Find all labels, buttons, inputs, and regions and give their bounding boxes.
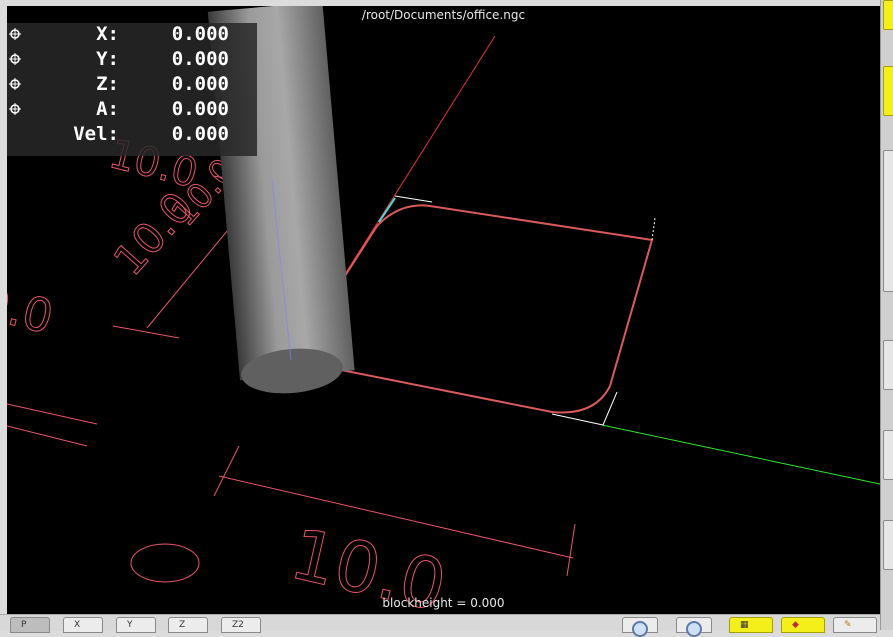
dro-label: A: [96, 98, 119, 120]
right-panel-button-2[interactable] [883, 520, 893, 570]
extent-line-b [551, 413, 604, 426]
view-z-glyph: Z [179, 620, 186, 630]
tool-button[interactable]: ✎ [833, 617, 877, 633]
right-slider[interactable] [883, 340, 893, 390]
home-crosshair-icon [9, 28, 21, 40]
extent-line-a [394, 195, 433, 203]
view-z2-glyph: Z2 [232, 620, 244, 630]
dro-value: 0.000 [171, 23, 229, 45]
view-x-glyph: X [74, 620, 81, 630]
view-y-glyph: Y [127, 620, 133, 630]
view-y-button[interactable]: Y [116, 617, 156, 633]
dro-panel: X: 0.000 Y: 0.000 Z: 0.000 A: 0.000 Vel:… [7, 23, 257, 156]
dro-label: X: [96, 23, 119, 45]
y-axis-line [601, 424, 880, 485]
wrench-icon: ✎ [844, 620, 852, 630]
rotate-icon: ▦ [740, 620, 749, 630]
right-scroll-area[interactable] [883, 150, 893, 292]
right-panel-edge [880, 0, 893, 630]
dro-row-y: Y: 0.000 [7, 48, 257, 73]
dro-label: Vel: [73, 123, 119, 145]
dro-label: Y: [96, 48, 119, 70]
zoom-out-button[interactable] [676, 617, 712, 637]
home-crosshair-icon [9, 53, 21, 65]
dro-row-z: Z: 0.000 [7, 73, 257, 98]
dro-label: Z: [96, 73, 119, 95]
view-z2-button[interactable]: Z2 [221, 617, 261, 633]
home-crosshair-icon [9, 103, 21, 115]
extent-tick [651, 217, 656, 241]
view-p-button[interactable]: P [10, 617, 50, 633]
zoom-in-button[interactable] [622, 617, 658, 637]
rapid-move-line [378, 197, 396, 223]
view-toolbar: P X Y Z Z2 ▦ ◆ ✎ [0, 614, 880, 637]
home-crosshair-icon [9, 78, 21, 90]
file-path-title: /root/Documents/office.ngc [361, 8, 526, 22]
dro-value: 0.000 [171, 98, 229, 120]
clear-plot-button[interactable]: ◆ [781, 617, 825, 633]
dro-row-a: A: 0.000 [7, 98, 257, 123]
right-panel-button[interactable] [883, 430, 893, 480]
dro-value: 0.000 [171, 48, 229, 70]
dro-value: 0.000 [171, 73, 229, 95]
dro-row-vel: Vel: 0.000 [7, 123, 257, 148]
dro-row-x: X: 0.000 [7, 23, 257, 48]
right-yellow-button-2[interactable] [883, 66, 893, 116]
view-x-button[interactable]: X [63, 617, 103, 633]
view-p-glyph: P [21, 620, 27, 630]
magnifier-icon [686, 621, 702, 637]
magnifier-icon [632, 621, 648, 637]
dro-value: 0.000 [171, 123, 229, 145]
eraser-icon: ◆ [792, 620, 799, 630]
extent-line-c [602, 391, 618, 426]
rotate-button[interactable]: ▦ [729, 617, 773, 633]
view-z-button[interactable]: Z [168, 617, 208, 633]
dimension-label-left: 0.0 [7, 274, 58, 344]
3d-preview-canvas[interactable]: 10.0 10.0 10.0 0.0 10.0 /root/Documents/… [7, 6, 880, 614]
status-readout: blockheight = 0.000 [382, 596, 505, 610]
right-yellow-button[interactable] [883, 0, 893, 30]
